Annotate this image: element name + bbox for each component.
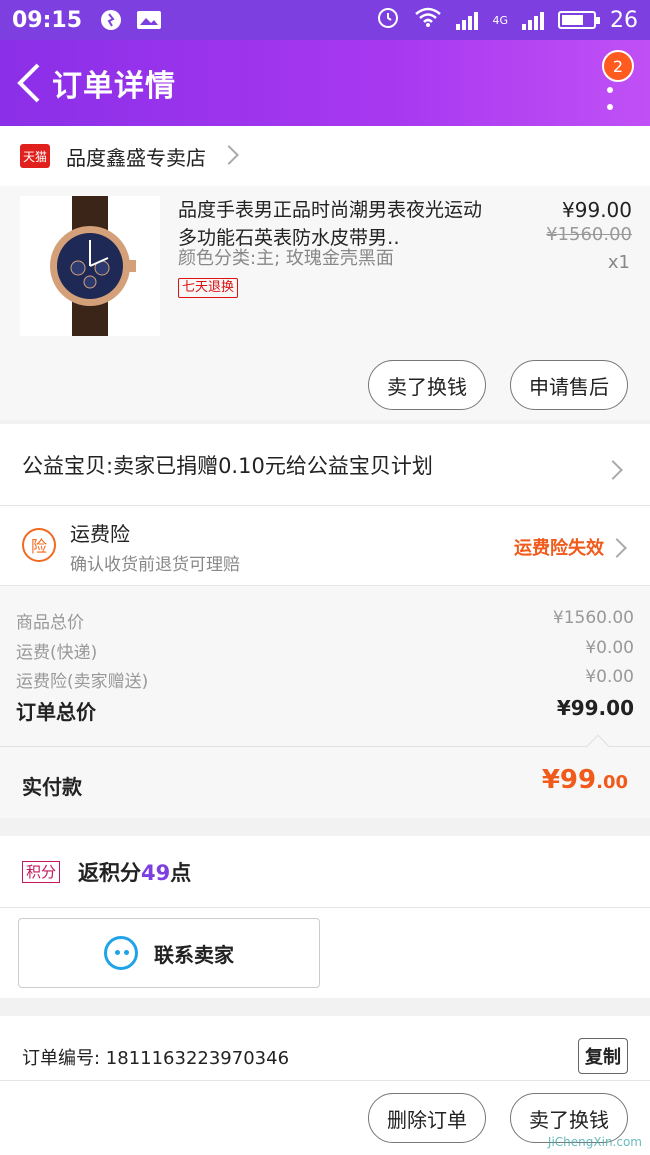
- shipping-insurance-row[interactable]: 险 运费险 确认收货前退货可理赔 运费险失效: [0, 506, 650, 586]
- chevron-right-icon: [607, 538, 627, 559]
- order-total-label: 订单总价: [16, 700, 96, 724]
- summary-row-shipping: 运费(快递) ¥0.00: [16, 638, 634, 663]
- insurance-icon: 险: [22, 528, 56, 562]
- signal-icon: [456, 10, 479, 30]
- points-amount: 49: [141, 860, 171, 885]
- payment-amount: ¥99.00: [542, 765, 628, 795]
- product-title[interactable]: 品度手表男正品时尚潮男表夜光运动多功能石英表防水皮带男‥: [178, 196, 498, 252]
- contact-seller-button[interactable]: 联系卖家: [18, 918, 320, 988]
- sell-button[interactable]: 卖了换钱: [368, 360, 486, 410]
- delete-order-button[interactable]: 删除订单: [368, 1093, 486, 1143]
- payment-amount-decimal: .00: [596, 772, 628, 793]
- notification-app-icon: [98, 9, 124, 31]
- payment-label: 实付款: [22, 775, 82, 799]
- app-header: 订单详情 2: [0, 40, 650, 126]
- charity-text: 公益宝贝:卖家已捐赠0.10元给公益宝贝计划: [22, 453, 433, 478]
- status-bar: 09:15 4G 26: [0, 0, 650, 40]
- alarm-icon: [376, 5, 400, 35]
- points-suffix: 点: [170, 860, 192, 885]
- insurance-title: 运费险: [70, 522, 130, 546]
- contact-label: 联系卖家: [154, 942, 234, 967]
- product-quantity: x1: [607, 252, 630, 273]
- notification-badge: 2: [602, 50, 634, 82]
- back-button[interactable]: [8, 53, 48, 113]
- payment-amount-main: ¥99: [541, 765, 597, 795]
- insurance-subtitle: 确认收货前退货可理赔: [70, 555, 240, 575]
- chevron-right-icon: [219, 144, 239, 166]
- product-sku: 颜色分类:主; 玫瑰金壳黑面: [178, 248, 394, 269]
- summary-row-goods: 商品总价 ¥1560.00: [16, 608, 634, 633]
- shop-name: 品度鑫盛专卖店: [66, 145, 206, 170]
- product-image[interactable]: [20, 196, 160, 336]
- summary-row-order-total: 订单总价 ¥99.00: [16, 696, 634, 725]
- chat-icon: [104, 936, 138, 970]
- network-type: 4G: [492, 13, 508, 27]
- copy-button[interactable]: 复制: [578, 1038, 628, 1074]
- summary-row-insurance: 运费险(卖家赠送) ¥0.00: [16, 667, 634, 692]
- product-original-price: ¥1560.00: [546, 224, 632, 245]
- points-badge: 积分: [22, 860, 61, 883]
- chevron-right-icon: [603, 458, 623, 482]
- product-price: ¥99.00: [562, 198, 632, 222]
- tmall-icon: 天猫: [20, 144, 50, 168]
- summary-value: ¥0.00: [585, 667, 634, 687]
- return-policy-tag: 七天退换: [178, 278, 239, 298]
- points-text: 返积分49点: [78, 857, 191, 887]
- product-card: 品度手表男正品时尚潮男表夜光运动多功能石英表防水皮带男‥ 颜色分类:主; 玫瑰金…: [0, 186, 650, 420]
- summary-label: 商品总价: [16, 613, 84, 633]
- price-summary: 商品总价 ¥1560.00 运费(快递) ¥0.00 运费险(卖家赠送) ¥0.…: [0, 586, 650, 746]
- page-title: 订单详情: [52, 69, 176, 104]
- battery-icon: [558, 11, 600, 29]
- points-row: 积分 返积分49点: [0, 836, 650, 908]
- insurance-status: 运费险失效: [514, 538, 604, 559]
- bottom-action-bar: 删除订单 卖了换钱 JiChengXin.com: [0, 1080, 650, 1155]
- status-time: 09:15: [12, 7, 83, 33]
- shop-row[interactable]: 天猫 品度鑫盛专卖店: [0, 126, 650, 186]
- battery-level: 26: [610, 7, 638, 33]
- image-notification-icon: [136, 9, 162, 31]
- chevron-left-icon: [17, 63, 40, 103]
- charity-row[interactable]: 公益宝贝:卖家已捐赠0.10元给公益宝贝计划: [0, 424, 650, 506]
- summary-value: ¥1560.00: [552, 608, 634, 628]
- signal-icon-2: [522, 10, 544, 30]
- contact-section: 联系卖家: [0, 908, 650, 998]
- order-number: 订单编号: 1811163223970346: [22, 1048, 290, 1069]
- order-total-value: ¥99.00: [556, 696, 634, 720]
- summary-label: 运费险(卖家赠送): [16, 672, 149, 692]
- wifi-icon: [414, 6, 442, 34]
- points-prefix: 返积分: [78, 860, 142, 885]
- watermark: JiChengXin.com: [547, 1135, 642, 1149]
- after-sale-button[interactable]: 申请售后: [510, 360, 628, 410]
- summary-label: 运费(快递): [16, 643, 98, 663]
- payment-row: 实付款 ¥99.00: [0, 734, 650, 818]
- summary-value: ¥0.00: [585, 638, 634, 658]
